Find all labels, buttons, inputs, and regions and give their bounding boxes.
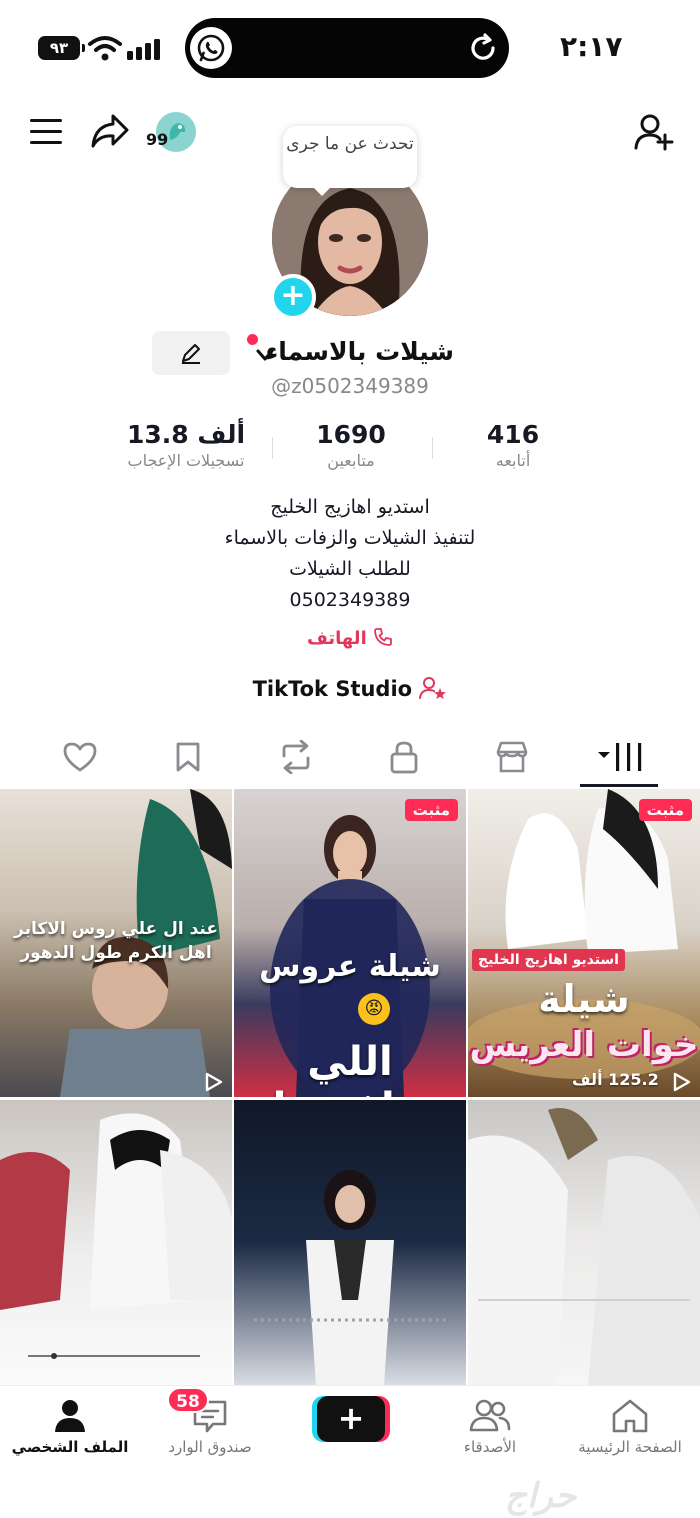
tiktok-studio-link[interactable]: TikTok Studio: [0, 676, 700, 701]
likes-stat[interactable]: 13.8 ألف تسجيلات الإعجاب: [106, 420, 266, 470]
bio: استديو اهازيج الخليج لتنفيذ الشيلات والز…: [0, 492, 700, 616]
bookmark-icon: [176, 742, 200, 772]
pencil-icon: [182, 344, 200, 364]
nav-inbox-label: صندوق الوارد: [168, 1438, 252, 1456]
home-icon: [612, 1399, 648, 1433]
add-story-button[interactable]: +: [270, 274, 316, 320]
battery-indicator: ٩٣: [38, 36, 85, 60]
nav-friends-label: الأصدقاء: [463, 1438, 517, 1456]
following-stat[interactable]: 416 أتابعه: [440, 420, 586, 470]
likes-label: تسجيلات الإعجاب: [127, 451, 245, 470]
studio-tag: استديو اهازيج الخليج: [472, 949, 625, 971]
video-tile[interactable]: مثبت استديو اهازيج الخليج شيلة خوات العر…: [468, 789, 700, 1097]
likes-count: 13.8 ألف: [126, 420, 246, 449]
video-title: شيلة: [538, 977, 630, 1021]
status-time: ٢:١٧: [560, 30, 623, 63]
parrot-icon: [169, 123, 186, 140]
tab-reposts[interactable]: [266, 728, 326, 786]
following-count: 416: [486, 420, 540, 449]
emoji-icon: 😡: [358, 993, 390, 1025]
video-subtitle: اللي ينافسها: [273, 1039, 428, 1097]
edit-profile-button[interactable]: [152, 331, 230, 375]
video-tile[interactable]: عند ال علي روس الاكابر اهل الكرم طول الد…: [0, 789, 232, 1097]
studio-label: TikTok Studio: [252, 677, 413, 701]
create-button[interactable]: +: [317, 1396, 385, 1442]
nav-profile-label: الملف الشخصي: [11, 1438, 129, 1456]
video-caption: عند ال علي روس الاكابر: [14, 919, 218, 939]
view-count: 125.2 ألف: [572, 1070, 659, 1089]
play-icon: [205, 1072, 223, 1092]
profile-icon: [55, 1400, 85, 1432]
video-thumbnail: [468, 1108, 700, 1385]
followers-count: 1690: [316, 420, 386, 449]
profile-name[interactable]: شيلات بالاسماء: [265, 337, 454, 366]
views-count: 99: [146, 130, 169, 149]
pinned-badge: مثبت: [404, 799, 458, 821]
whatsapp-icon[interactable]: [190, 27, 232, 69]
shop-icon: [496, 741, 528, 773]
note-bubble[interactable]: تحدث عن ما جرى: [283, 126, 417, 196]
wifi-icon: [88, 36, 122, 61]
grid-videos-icon: [598, 743, 642, 771]
note-bubble-text: تحدث عن ما جرى: [286, 134, 414, 154]
bio-line: للطلب الشيلات: [289, 558, 411, 580]
phone-link[interactable]: الهاتف: [0, 627, 700, 649]
video-caption: اهل الكرم طول الدهور: [20, 943, 212, 963]
tab-private[interactable]: [374, 728, 434, 786]
video-thumbnail: [0, 1113, 232, 1359]
phone-label: الهاتف: [306, 628, 367, 649]
profile-screen: ٩٣ ٢:١٧ 99 + تحدث عن ما جرى شيلات بالاسم…: [0, 0, 700, 1518]
tab-favorites[interactable]: [158, 728, 218, 786]
divider: [272, 437, 273, 459]
profile-views-badge[interactable]: 99: [146, 112, 196, 152]
repost-icon: [282, 740, 310, 774]
bio-line: لتنفيذ الشيلات والزفات بالاسماء: [224, 527, 476, 549]
following-label: أتابعه: [495, 451, 531, 470]
tab-shop[interactable]: [482, 728, 542, 786]
nav-inbox[interactable]: صندوق الوارد: [140, 1394, 280, 1456]
content-tabs: [0, 728, 700, 786]
followers-stat[interactable]: 1690 متابعين: [278, 420, 424, 470]
pinned-badge: مثبت: [638, 799, 692, 821]
video-thumbnail: [254, 1170, 446, 1385]
video-tile[interactable]: [468, 1100, 700, 1385]
video-tile[interactable]: [0, 1100, 232, 1385]
tab-liked[interactable]: [50, 728, 110, 786]
active-tab-indicator: [580, 784, 658, 787]
tab-videos[interactable]: [590, 728, 650, 786]
nav-home-label: الصفحة الرئيسية: [578, 1438, 682, 1456]
play-icon: [673, 1072, 691, 1092]
phone-icon: [374, 628, 392, 646]
nav-home[interactable]: الصفحة الرئيسية: [560, 1394, 700, 1456]
add-friend-icon[interactable]: [633, 113, 675, 151]
followers-label: متابعين: [327, 451, 375, 470]
profile-handle: @z0502349389: [271, 374, 429, 398]
video-title: شيلة عروس: [259, 949, 441, 984]
heart-icon: [63, 742, 97, 772]
lock-icon: [390, 741, 418, 774]
friends-icon: [469, 1399, 511, 1432]
video-tile[interactable]: [234, 1100, 466, 1385]
menu-icon[interactable]: [28, 116, 64, 148]
notification-dot: [247, 334, 258, 345]
creator-star-icon: [419, 677, 447, 699]
bio-line: 0502349389: [289, 589, 411, 611]
watermark: حراج: [505, 1476, 577, 1516]
video-subtitle: خوات العريس: [469, 1025, 699, 1065]
nav-profile[interactable]: الملف الشخصي: [0, 1394, 140, 1456]
refresh-icon[interactable]: [466, 31, 500, 65]
nav-friends[interactable]: الأصدقاء: [420, 1394, 560, 1456]
inbox-badge: 58: [167, 1387, 209, 1413]
signal-icon: [127, 39, 160, 60]
video-tile[interactable]: مثبت شيلة عروس 😡 اللي ينافسها: [234, 789, 466, 1097]
divider: [432, 437, 433, 459]
dynamic-island: [185, 18, 509, 78]
share-icon[interactable]: [89, 112, 131, 150]
bio-line: استديو اهازيج الخليج: [270, 496, 430, 518]
